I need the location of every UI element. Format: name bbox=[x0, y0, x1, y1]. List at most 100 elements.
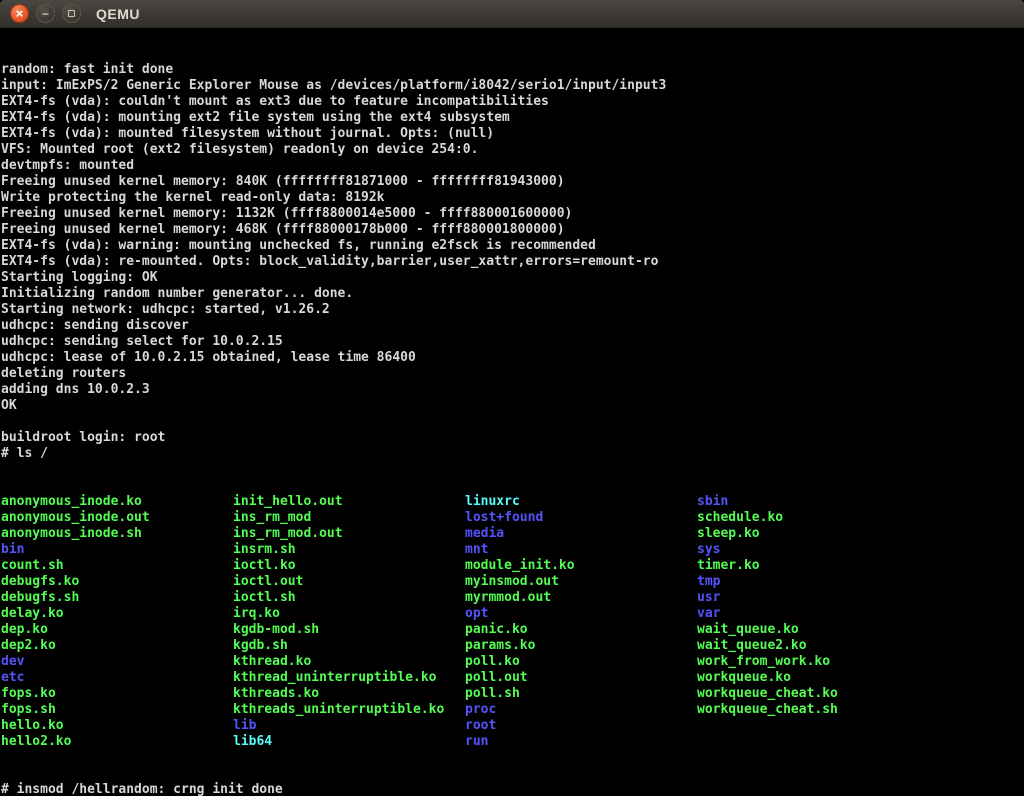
file-entry: sbin bbox=[697, 494, 929, 510]
file-entry: poll.out bbox=[465, 670, 697, 686]
ls-row: bininsrm.shmntsys bbox=[1, 542, 1024, 558]
file-entry: fops.sh bbox=[1, 702, 233, 718]
ls-row: devkthread.kopoll.kowork_from_work.ko bbox=[1, 654, 1024, 670]
terminal-line: Freeing unused kernel memory: 468K (ffff… bbox=[1, 222, 1024, 238]
file-entry: lib64 bbox=[233, 734, 465, 750]
file-entry: root bbox=[465, 718, 697, 734]
terminal-line: Starting logging: OK bbox=[1, 270, 1024, 286]
file-entry: etc bbox=[1, 670, 233, 686]
file-entry: fops.ko bbox=[1, 686, 233, 702]
file-entry: work_from_work.ko bbox=[697, 654, 929, 670]
file-entry: kthreads.ko bbox=[233, 686, 465, 702]
file-entry: ins_rm_mod.out bbox=[233, 526, 465, 542]
file-entry: kthread_uninterruptible.ko bbox=[233, 670, 465, 686]
ls-row: anonymous_inode.shins_rm_mod.outmediasle… bbox=[1, 526, 1024, 542]
ls-row: dep2.kokgdb.shparams.kowait_queue2.ko bbox=[1, 638, 1024, 654]
close-button[interactable]: × bbox=[10, 4, 29, 23]
file-entry: tmp bbox=[697, 574, 929, 590]
file-entry: kthreads_uninterruptible.ko bbox=[233, 702, 465, 718]
file-entry: delay.ko bbox=[1, 606, 233, 622]
file-entry: timer.ko bbox=[697, 558, 929, 574]
terminal-line: EXT4-fs (vda): mounted filesystem withou… bbox=[1, 126, 1024, 142]
file-entry: ioctl.ko bbox=[233, 558, 465, 574]
ls-row: fops.kokthreads.kopoll.shworkqueue_cheat… bbox=[1, 686, 1024, 702]
terminal-line: Starting network: udhcpc: started, v1.26… bbox=[1, 302, 1024, 318]
maximize-icon bbox=[68, 10, 75, 17]
file-entry: poll.sh bbox=[465, 686, 697, 702]
terminal-line: udhcpc: sending discover bbox=[1, 318, 1024, 334]
maximize-button[interactable] bbox=[62, 4, 81, 23]
terminal-line: EXT4-fs (vda): warning: mounting uncheck… bbox=[1, 238, 1024, 254]
terminal-line: udhcpc: sending select for 10.0.2.15 bbox=[1, 334, 1024, 350]
terminal-line: EXT4-fs (vda): mounting ext2 file system… bbox=[1, 110, 1024, 126]
terminal-line: input: ImExPS/2 Generic Explorer Mouse a… bbox=[1, 78, 1024, 94]
file-entry: usr bbox=[697, 590, 929, 606]
file-entry: linuxrc bbox=[465, 494, 697, 510]
file-entry: anonymous_inode.out bbox=[1, 510, 233, 526]
file-entry: media bbox=[465, 526, 697, 542]
file-entry: opt bbox=[465, 606, 697, 622]
file-entry: kthread.ko bbox=[233, 654, 465, 670]
terminal-line: OK bbox=[1, 398, 1024, 414]
window-title: QEMU bbox=[96, 6, 140, 22]
terminal-line: deleting routers bbox=[1, 366, 1024, 382]
file-entry: anonymous_inode.ko bbox=[1, 494, 233, 510]
file-entry: sleep.ko bbox=[697, 526, 929, 542]
terminal-line: buildroot login: root bbox=[1, 430, 1024, 446]
file-entry: dep.ko bbox=[1, 622, 233, 638]
ls-row: anonymous_inode.koinit_hello.outlinuxrcs… bbox=[1, 494, 1024, 510]
ls-row: hello2.kolib64run bbox=[1, 734, 1024, 750]
ls-row: dep.kokgdb-mod.shpanic.kowait_queue.ko bbox=[1, 622, 1024, 638]
file-entry: var bbox=[697, 606, 929, 622]
file-entry: sys bbox=[697, 542, 929, 558]
file-entry: wait_queue2.ko bbox=[697, 638, 929, 654]
window-titlebar: × − QEMU bbox=[0, 0, 1024, 28]
file-entry: schedule.ko bbox=[697, 510, 929, 526]
file-entry: myrmmod.out bbox=[465, 590, 697, 606]
terminal-line: Write protecting the kernel read-only da… bbox=[1, 190, 1024, 206]
file-entry: wait_queue.ko bbox=[697, 622, 929, 638]
file-entry: proc bbox=[465, 702, 697, 718]
minimize-button[interactable]: − bbox=[36, 4, 55, 23]
file-entry: insrm.sh bbox=[233, 542, 465, 558]
file-entry: bin bbox=[1, 542, 233, 558]
file-entry: lost+found bbox=[465, 510, 697, 526]
ls-row: delay.koirq.kooptvar bbox=[1, 606, 1024, 622]
file-entry: debugfs.ko bbox=[1, 574, 233, 590]
tail-log: # insmod /hellrandom: crng init done# in… bbox=[1, 782, 1024, 796]
file-entry: params.ko bbox=[465, 638, 697, 654]
file-entry: kgdb-mod.sh bbox=[233, 622, 465, 638]
ls-row: debugfs.koioctl.outmyinsmod.outtmp bbox=[1, 574, 1024, 590]
file-entry: dep2.ko bbox=[1, 638, 233, 654]
close-icon: × bbox=[16, 7, 24, 20]
file-entry: workqueue.ko bbox=[697, 670, 929, 686]
terminal-line: random: fast init done bbox=[1, 62, 1024, 78]
file-entry: module_init.ko bbox=[465, 558, 697, 574]
terminal-line: adding dns 10.0.2.3 bbox=[1, 382, 1024, 398]
terminal-line: VFS: Mounted root (ext2 filesystem) read… bbox=[1, 142, 1024, 158]
file-entry: panic.ko bbox=[465, 622, 697, 638]
terminal-line: udhcpc: lease of 10.0.2.15 obtained, lea… bbox=[1, 350, 1024, 366]
terminal-line: devtmpfs: mounted bbox=[1, 158, 1024, 174]
file-entry: poll.ko bbox=[465, 654, 697, 670]
boot-log: random: fast init doneinput: ImExPS/2 Ge… bbox=[1, 62, 1024, 462]
file-entry: count.sh bbox=[1, 558, 233, 574]
file-entry: init_hello.out bbox=[233, 494, 465, 510]
file-entry: run bbox=[465, 734, 697, 750]
ls-row: fops.shkthreads_uninterruptible.koprocwo… bbox=[1, 702, 1024, 718]
terminal-line: # insmod /hellrandom: crng init done bbox=[1, 782, 1024, 796]
terminal-screen[interactable]: random: fast init doneinput: ImExPS/2 Ge… bbox=[0, 28, 1024, 796]
file-entry: ioctl.sh bbox=[233, 590, 465, 606]
terminal-line: EXT4-fs (vda): couldn't mount as ext3 du… bbox=[1, 94, 1024, 110]
minimize-icon: − bbox=[42, 8, 49, 20]
file-entry: hello2.ko bbox=[1, 734, 233, 750]
file-entry: hello.ko bbox=[1, 718, 233, 734]
ls-row: debugfs.shioctl.shmyrmmod.outusr bbox=[1, 590, 1024, 606]
ls-row: count.shioctl.komodule_init.kotimer.ko bbox=[1, 558, 1024, 574]
terminal-line: Initializing random number generator... … bbox=[1, 286, 1024, 302]
file-entry: ioctl.out bbox=[233, 574, 465, 590]
file-entry: mnt bbox=[465, 542, 697, 558]
file-entry: workqueue_cheat.ko bbox=[697, 686, 929, 702]
qemu-window: × − QEMU random: fast init doneinput: Im… bbox=[0, 0, 1024, 796]
terminal-line bbox=[1, 414, 1024, 430]
